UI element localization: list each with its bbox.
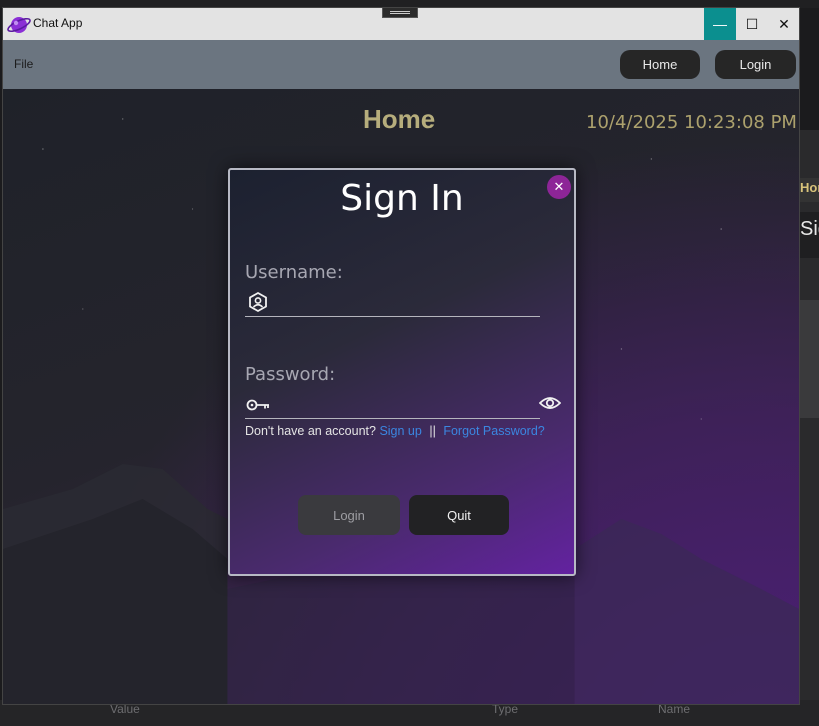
main-content: Home 10/4/2025 10:23:08 PM ✕ Sign In Use… bbox=[3, 89, 799, 704]
home-nav-button[interactable]: Home bbox=[620, 50, 700, 79]
app-title: Chat App bbox=[33, 16, 83, 30]
close-window-button[interactable]: ✕ bbox=[768, 8, 799, 40]
drag-handle[interactable] bbox=[382, 8, 418, 18]
password-label: Password: bbox=[245, 364, 336, 385]
link-separator: || bbox=[429, 424, 436, 438]
account-links: Don't have an account? Sign up || Forgot… bbox=[245, 424, 545, 438]
sign-in-dialog: ✕ Sign In Username: Password: Don't have… bbox=[228, 168, 576, 576]
background-window-text: Sign bbox=[800, 212, 819, 258]
page-title: Home bbox=[363, 104, 436, 134]
password-input[interactable] bbox=[275, 392, 534, 418]
title-bar[interactable]: Chat App — ☐ ✕ bbox=[3, 8, 799, 40]
app-logo-icon bbox=[7, 17, 31, 33]
file-menu[interactable]: File bbox=[14, 57, 33, 71]
forgot-password-link[interactable]: Forgot Password? bbox=[443, 424, 544, 438]
account-prompt: Don't have an account? bbox=[245, 424, 376, 438]
dialog-title: Sign In bbox=[340, 178, 464, 219]
clock-display: 10/4/2025 10:23:08 PM bbox=[586, 112, 797, 133]
menu-bar: File Home Login bbox=[3, 40, 799, 89]
user-badge-icon bbox=[249, 291, 267, 313]
maximize-button[interactable]: ☐ bbox=[736, 8, 768, 40]
background-window: Hor Sign bbox=[800, 130, 819, 720]
sign-up-link[interactable]: Sign up bbox=[379, 424, 421, 438]
password-field-container bbox=[245, 392, 540, 419]
login-button[interactable]: Login bbox=[298, 495, 400, 535]
app-window: Chat App — ☐ ✕ File Home Login Home 10/4… bbox=[2, 7, 800, 705]
key-icon bbox=[246, 399, 269, 411]
login-nav-button[interactable]: Login bbox=[715, 50, 796, 79]
username-field-container bbox=[245, 290, 540, 317]
background-window-panel bbox=[800, 300, 819, 418]
quit-button[interactable]: Quit bbox=[409, 495, 509, 535]
minimize-button[interactable]: — bbox=[704, 8, 736, 40]
background-window-header: Hor bbox=[800, 178, 819, 202]
eye-icon[interactable] bbox=[539, 394, 561, 412]
username-input[interactable] bbox=[275, 290, 534, 316]
username-label: Username: bbox=[245, 262, 343, 283]
